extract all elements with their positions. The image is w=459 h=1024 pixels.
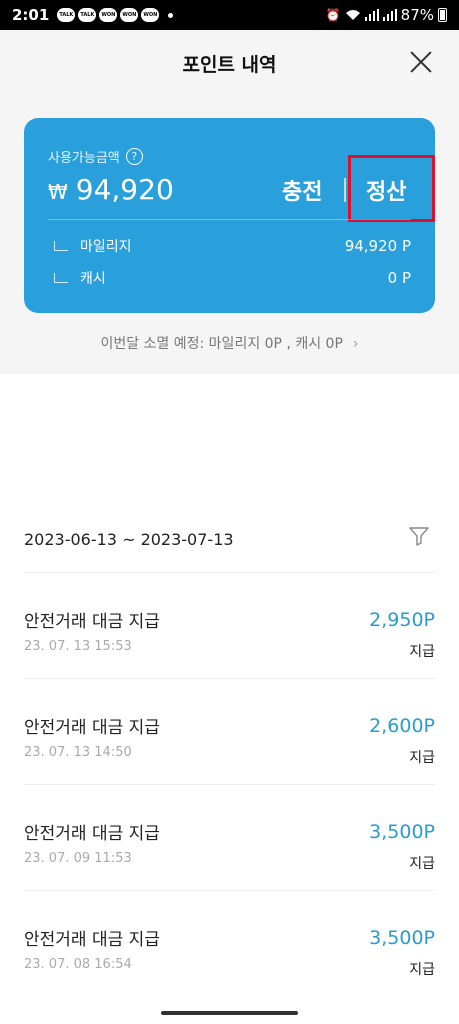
talk-notification-icon: TALK — [57, 8, 76, 22]
transaction-type: 지급 — [409, 962, 435, 978]
close-icon[interactable] — [409, 50, 433, 74]
expire-notice[interactable]: 이번달 소멸 예정: 마일리지 0P , 캐시 0P › — [0, 333, 459, 353]
expire-notice-text: 이번달 소멸 예정: 마일리지 0P , 캐시 0P — [100, 336, 343, 352]
battery-percent: 87% — [400, 6, 434, 24]
alarm-icon: ⏰ — [325, 8, 341, 22]
chevron-right-icon: › — [352, 336, 359, 352]
available-label-text: 사용가능금액 — [48, 151, 120, 166]
mileage-row: 마일리지 94,920 P — [54, 236, 411, 256]
charge-button[interactable]: 충전 — [282, 174, 322, 206]
date-range[interactable]: 2023-06-13 ~ 2023-07-13 — [24, 530, 234, 549]
mileage-value: 94,920 P — [344, 237, 411, 255]
currency-symbol: ₩ — [48, 180, 68, 204]
transaction-type: 지급 — [409, 644, 435, 660]
available-amount: ₩ 94,920 — [48, 173, 174, 206]
transaction-date: 23. 07. 08 16:54 — [24, 957, 132, 972]
transaction-item[interactable]: 안전거래 대금 지급 23. 07. 09 11:53 3,500P 지급 — [24, 785, 435, 891]
transaction-amount: 2,600P — [369, 715, 435, 737]
transaction-date: 23. 07. 09 11:53 — [24, 851, 132, 866]
transaction-type: 지급 — [409, 856, 435, 872]
card-divider — [48, 219, 411, 220]
transaction-item[interactable]: 안전거래 대금 지급 23. 07. 13 15:53 2,950P 지급 — [24, 573, 435, 679]
transaction-item[interactable]: 안전거래 대금 지급 23. 07. 08 16:54 3,500P 지급 — [24, 891, 435, 997]
help-icon[interactable]: ? — [125, 148, 143, 165]
won-notification-icon: WON — [99, 8, 118, 22]
transaction-item[interactable]: 안전거래 대금 지급 23. 07. 13 14:50 2,600P 지급 — [24, 679, 435, 785]
cash-value: 0 P — [387, 269, 411, 287]
wifi-icon — [345, 10, 360, 20]
cash-row: 캐시 0 P — [54, 268, 411, 288]
branch-icon — [54, 241, 68, 251]
signal-icon-2 — [382, 9, 397, 21]
more-notifications-dot-icon — [168, 12, 174, 18]
filter-icon[interactable] — [409, 526, 429, 546]
settle-highlight-box — [348, 155, 435, 222]
mileage-label: 마일리지 — [80, 239, 132, 255]
cash-label: 캐시 — [80, 271, 106, 287]
won-notification-icon: WON — [120, 8, 139, 22]
page-title: 포인트 내역 — [182, 54, 277, 76]
battery-icon — [438, 8, 447, 22]
notification-icons: TALK TALK WON WON WON — [57, 8, 174, 22]
status-time: 2:01 — [12, 6, 50, 24]
transaction-date: 23. 07. 13 15:53 — [24, 639, 132, 654]
navigation-handle[interactable] — [161, 1011, 298, 1015]
branch-icon — [54, 273, 68, 283]
talk-notification-icon: TALK — [78, 8, 97, 22]
won-notification-icon: WON — [141, 8, 160, 22]
transaction-title: 안전거래 대금 지급 — [24, 612, 160, 632]
button-divider — [344, 178, 346, 202]
available-amount-label: 사용가능금액 ? — [48, 147, 143, 166]
transaction-title: 안전거래 대금 지급 — [24, 930, 160, 950]
status-indicators: ⏰ 87% — [326, 6, 447, 24]
transaction-amount: 2,950P — [369, 609, 435, 631]
signal-icon — [364, 9, 379, 21]
transaction-title: 안전거래 대금 지급 — [24, 824, 160, 844]
transaction-type: 지급 — [409, 750, 435, 766]
transaction-title: 안전거래 대금 지급 — [24, 718, 160, 738]
amount-value: 94,920 — [75, 173, 174, 206]
transaction-date: 23. 07. 13 14:50 — [24, 745, 132, 760]
points-summary-area: 포인트 내역 사용가능금액 ? ₩ 94,920 충전 정산 마일리지 94,9… — [0, 30, 459, 374]
balance-card: 사용가능금액 ? ₩ 94,920 충전 정산 마일리지 94,920 P 캐시… — [24, 118, 435, 313]
transaction-amount: 3,500P — [369, 821, 435, 843]
status-bar: 2:01 TALK TALK WON WON WON ⏰ 87% — [0, 0, 459, 30]
transaction-amount: 3,500P — [369, 927, 435, 949]
